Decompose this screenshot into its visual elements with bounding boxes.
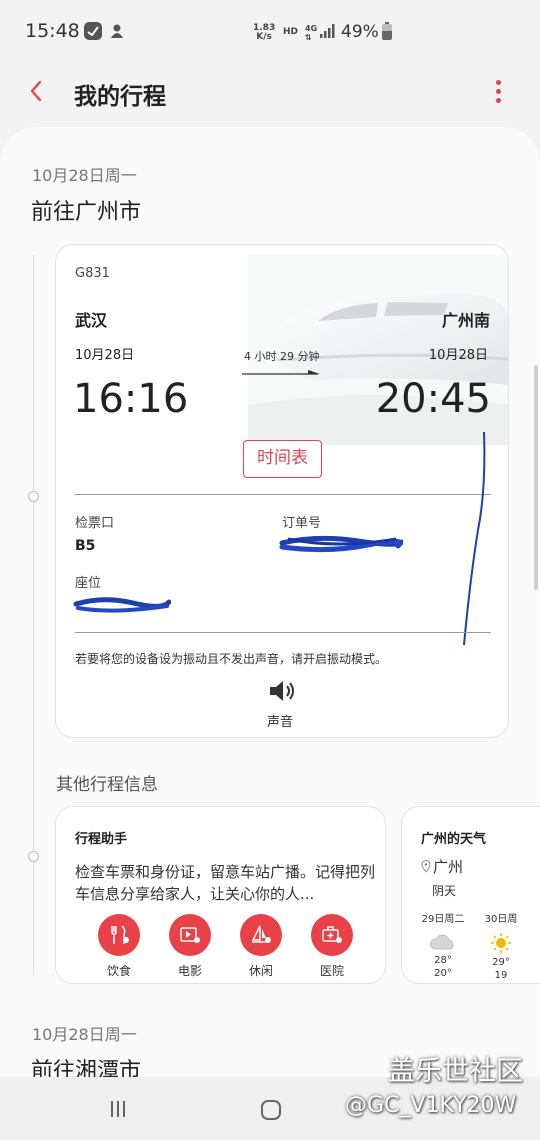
train-ticket-card[interactable]: G831 武汉 广州南 10月28日 10月28日 4 小时 29 分钟 16:… <box>55 244 509 738</box>
battery-percent: 49% <box>341 22 379 42</box>
helper-title: 行程助手 <box>75 832 128 847</box>
seat-label: 座位 <box>75 576 102 591</box>
sound-icon[interactable] <box>268 679 296 703</box>
location-pin-icon <box>421 860 431 873</box>
trip-date: 10月28日周一 <box>32 1025 137 1044</box>
network-type: 4G ⇅ <box>305 24 318 42</box>
gate-value: B5 <box>75 538 96 554</box>
trip-duration: 4 小时 29 分钟 <box>244 350 320 363</box>
trip-destination: 前往湘潭市 <box>31 1059 142 1077</box>
timeline-dot <box>28 851 39 862</box>
page-title: 我的行程 <box>74 84 166 110</box>
hospital-label: 医院 <box>319 964 344 978</box>
schedule-button[interactable]: 时间表 <box>243 440 322 478</box>
timeline-dot <box>28 491 39 502</box>
battery-icon <box>382 22 392 40</box>
home-button[interactable] <box>261 1100 281 1120</box>
timeline-line <box>33 255 34 975</box>
weather-city: 广州 <box>433 858 464 876</box>
trip-destination: 前往广州市 <box>31 200 142 225</box>
more-vertical-icon <box>495 80 501 85</box>
departure-time: 16:16 <box>73 376 189 422</box>
movie-label: 电影 <box>177 964 202 978</box>
divider <box>75 632 491 633</box>
trip-helper-card[interactable]: 行程助手 检查车票和身份证，留意车站广播。记得把列车信息分享给家人，让关心你的人… <box>55 806 386 984</box>
departure-date: 10月28日 <box>75 348 135 363</box>
seat-value-redacted <box>73 597 171 613</box>
weather-card[interactable]: 广州的天气 广州 阴天 29日周二 28° 20° 30日周 29° 19 <box>401 806 540 984</box>
sound-label: 声音 <box>267 715 294 730</box>
order-label: 订单号 <box>282 516 322 531</box>
movie-button[interactable]: 电影 <box>160 914 220 979</box>
more-options-button[interactable] <box>488 78 508 106</box>
cloudy-icon <box>430 934 454 950</box>
leisure-button[interactable]: 休闲 <box>231 914 291 979</box>
trip-date: 10月28日周一 <box>32 166 137 185</box>
hospital-button[interactable]: 医院 <box>302 914 362 979</box>
divider <box>75 494 491 495</box>
notification-icon <box>111 24 123 38</box>
scribble-annotation <box>463 431 486 646</box>
forecast-day: 30日周 29° 19 <box>484 914 518 981</box>
food-button[interactable]: 饮食 <box>89 914 149 979</box>
recent-apps-button[interactable] <box>111 1101 131 1119</box>
food-label: 饮食 <box>106 964 131 978</box>
weather-title: 广州的天气 <box>421 832 487 847</box>
arrow-right-icon <box>242 370 320 375</box>
network-speed: 1.83 K/s <box>253 23 276 42</box>
leisure-icon <box>251 925 271 943</box>
hd-indicator: HD <box>283 27 299 37</box>
watermark-user: @GC_V1KY20W <box>345 1093 517 1118</box>
scrollbar[interactable] <box>534 365 538 590</box>
watermark-site: 盖乐世社区 <box>388 1056 523 1087</box>
hospital-icon <box>322 926 342 943</box>
back-button[interactable] <box>22 76 52 106</box>
app-bar: 我的行程 <box>0 64 540 120</box>
gate-label: 检票口 <box>75 516 115 531</box>
helper-text: 检查车票和身份证，留意车站广播。记得把列车信息分享给家人，让关心你的人... <box>75 863 376 903</box>
arrival-date: 10月28日 <box>428 348 488 363</box>
food-icon <box>111 925 129 944</box>
status-time: 15:48 <box>25 20 80 42</box>
arrival-time: 20:45 <box>375 376 491 422</box>
weather-condition: 阴天 <box>432 884 457 898</box>
train-number: G831 <box>75 266 110 281</box>
app-notification-icon <box>84 22 102 40</box>
arrival-station: 广州南 <box>441 311 490 330</box>
sunny-icon <box>491 933 511 953</box>
vibrate-notice: 若要将您的设备设为振动且不发出声音，请开启振动模式。 <box>75 652 388 666</box>
departure-station: 武汉 <box>75 311 108 330</box>
trip-list[interactable]: 10月28日周一 前往广州市 G831 武汉 广州南 10月28日 10月28日… <box>0 127 540 1077</box>
forecast-day: 29日周二 28° 20° <box>421 914 465 979</box>
leisure-label: 休闲 <box>248 964 273 978</box>
status-bar: 15:48 1.83 K/s HD 4G ⇅ 49% <box>0 0 540 64</box>
section-title: 其他行程信息 <box>56 775 158 795</box>
signal-icon <box>320 24 335 38</box>
order-number-redacted <box>279 535 403 553</box>
movie-icon <box>180 927 200 943</box>
